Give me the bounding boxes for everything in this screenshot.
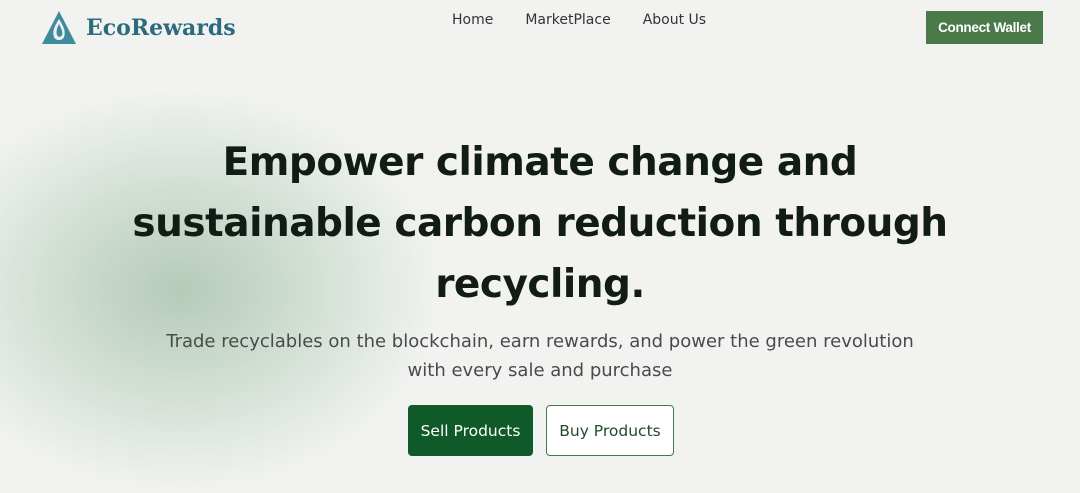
hero-subtitle-line: Trade recyclables on the blockchain, ear… [166, 331, 914, 352]
connect-wallet-button[interactable]: Connect Wallet [926, 11, 1043, 44]
buy-products-button[interactable]: Buy Products [546, 405, 674, 456]
water-drop-icon [40, 10, 78, 46]
hero-subtitle-line: with every sale and purchase [407, 360, 673, 381]
top-header: EcoRewards Home MarketPlace About Us Con… [0, 0, 1080, 56]
brand[interactable]: EcoRewards [40, 10, 236, 46]
hero-title: Empower climate change and sustainable c… [100, 132, 980, 315]
nav-about-link[interactable]: About Us [643, 12, 706, 28]
hero-title-line: recycling. [435, 262, 645, 307]
hero-subtitle: Trade recyclables on the blockchain, ear… [150, 327, 930, 385]
hero-title-line: Empower climate change and [222, 140, 858, 185]
hero-title-line: sustainable carbon reduction through [132, 201, 948, 246]
nav-home-link[interactable]: Home [452, 12, 493, 28]
brand-name: EcoRewards [86, 15, 236, 41]
main-nav: Home MarketPlace About Us [452, 12, 706, 28]
landing-page: EcoRewards Home MarketPlace About Us Con… [0, 0, 1080, 493]
nav-marketplace-link[interactable]: MarketPlace [525, 12, 610, 28]
sell-products-button[interactable]: Sell Products [408, 405, 533, 456]
